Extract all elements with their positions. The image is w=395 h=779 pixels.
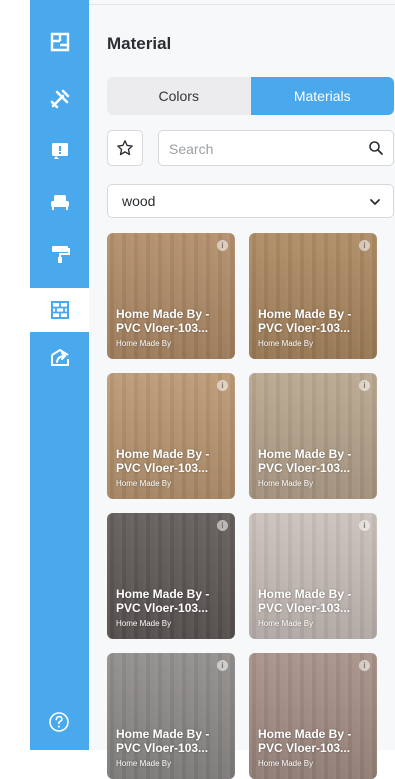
sidebar	[30, 0, 89, 750]
material-card[interactable]: i Home Made By - PVC Vloer-103... Home Made…	[107, 373, 235, 499]
search-icon[interactable]	[368, 140, 384, 156]
sidebar-item-floorplan[interactable]	[30, 20, 89, 64]
material-name: Home Made By - PVC Vloer-103...	[258, 447, 374, 475]
category-select[interactable]: wood	[107, 184, 394, 218]
export-icon	[50, 348, 69, 366]
material-name-line1: Home Made By -	[258, 727, 352, 741]
brick-wall-icon	[50, 301, 69, 319]
material-name-line2: PVC Vloer-103...	[116, 321, 209, 335]
sidebar-item-furniture[interactable]	[30, 180, 89, 224]
material-name-line2: PVC Vloer-103...	[258, 741, 351, 755]
category-select-value: wood	[122, 193, 156, 209]
info-icon[interactable]: i	[359, 660, 370, 671]
help-icon[interactable]	[48, 711, 70, 733]
tools-icon	[50, 89, 69, 109]
info-icon[interactable]: i	[359, 520, 370, 531]
material-name-line1: Home Made By -	[116, 587, 210, 601]
info-icon[interactable]: i	[359, 380, 370, 391]
material-brand: Home Made By	[116, 759, 172, 768]
info-icon[interactable]: i	[217, 660, 228, 671]
material-name-line2: PVC Vloer-103...	[258, 321, 351, 335]
material-brand: Home Made By	[258, 619, 314, 628]
material-name: Home Made By - PVC Vloer-103...	[258, 307, 374, 335]
material-name-line1: Home Made By -	[116, 727, 210, 741]
material-brand: Home Made By	[258, 759, 314, 768]
material-name: Home Made By - PVC Vloer-103...	[116, 307, 232, 335]
chevron-down-icon	[370, 199, 380, 205]
search-box	[158, 130, 394, 167]
material-name-line2: PVC Vloer-103...	[258, 601, 351, 615]
tab-materials[interactable]: Materials	[250, 77, 394, 115]
material-brand: Home Made By	[258, 479, 314, 488]
floorplan-icon	[50, 32, 69, 52]
favorites-button[interactable]	[107, 130, 143, 166]
material-name-line1: Home Made By -	[258, 447, 352, 461]
material-name-line2: PVC Vloer-103...	[116, 741, 209, 755]
material-brand: Home Made By	[116, 479, 172, 488]
material-card[interactable]: i Home Made By - PVC Vloer-103... Home Made…	[249, 233, 377, 359]
material-card[interactable]: i Home Made By - PVC Vloer-103... Home Made…	[107, 513, 235, 639]
info-icon[interactable]: i	[217, 240, 228, 251]
tab-colors[interactable]: Colors	[107, 77, 251, 115]
material-name-line2: PVC Vloer-103...	[258, 461, 351, 475]
material-name: Home Made By - PVC Vloer-103...	[258, 727, 374, 755]
material-card[interactable]: i Home Made By - PVC Vloer-103... Home Made…	[249, 513, 377, 639]
door-icon	[51, 143, 68, 159]
info-icon[interactable]: i	[217, 520, 228, 531]
material-name: Home Made By - PVC Vloer-103...	[116, 447, 232, 475]
material-name-line1: Home Made By -	[116, 447, 210, 461]
paint-roller-icon	[51, 246, 70, 263]
material-card[interactable]: i Home Made By - PVC Vloer-103... Home Made…	[107, 233, 235, 359]
material-brand: Home Made By	[116, 339, 172, 348]
material-name-line2: PVC Vloer-103...	[116, 461, 209, 475]
material-name: Home Made By - PVC Vloer-103...	[258, 587, 374, 615]
material-name: Home Made By - PVC Vloer-103...	[116, 727, 232, 755]
tab-switcher: Colors Materials	[107, 77, 394, 115]
search-input[interactable]	[167, 131, 361, 167]
material-name-line2: PVC Vloer-103...	[116, 601, 209, 615]
sidebar-item-materials[interactable]	[30, 288, 89, 332]
sidebar-item-export[interactable]	[30, 335, 89, 379]
material-name-line1: Home Made By -	[258, 307, 352, 321]
sidebar-item-door[interactable]	[30, 128, 89, 172]
material-card[interactable]: i Home Made By - PVC Vloer-103... Home Made…	[249, 373, 377, 499]
info-icon[interactable]: i	[359, 240, 370, 251]
material-card[interactable]: i Home Made By - PVC Vloer-103... Home Made…	[107, 653, 235, 779]
material-brand: Home Made By	[258, 339, 314, 348]
sidebar-item-paint[interactable]	[30, 232, 89, 276]
material-name-line1: Home Made By -	[258, 587, 352, 601]
star-icon	[117, 140, 133, 156]
sidebar-item-tools[interactable]	[30, 77, 89, 121]
panel-title: Material	[107, 34, 172, 53]
divider	[89, 4, 395, 5]
info-icon[interactable]: i	[217, 380, 228, 391]
sofa-icon	[50, 195, 69, 210]
material-name: Home Made By - PVC Vloer-103...	[116, 587, 232, 615]
material-brand: Home Made By	[116, 619, 172, 628]
material-card[interactable]: i Home Made By - PVC Vloer-103... Home Made…	[249, 653, 377, 779]
material-name-line1: Home Made By -	[116, 307, 210, 321]
